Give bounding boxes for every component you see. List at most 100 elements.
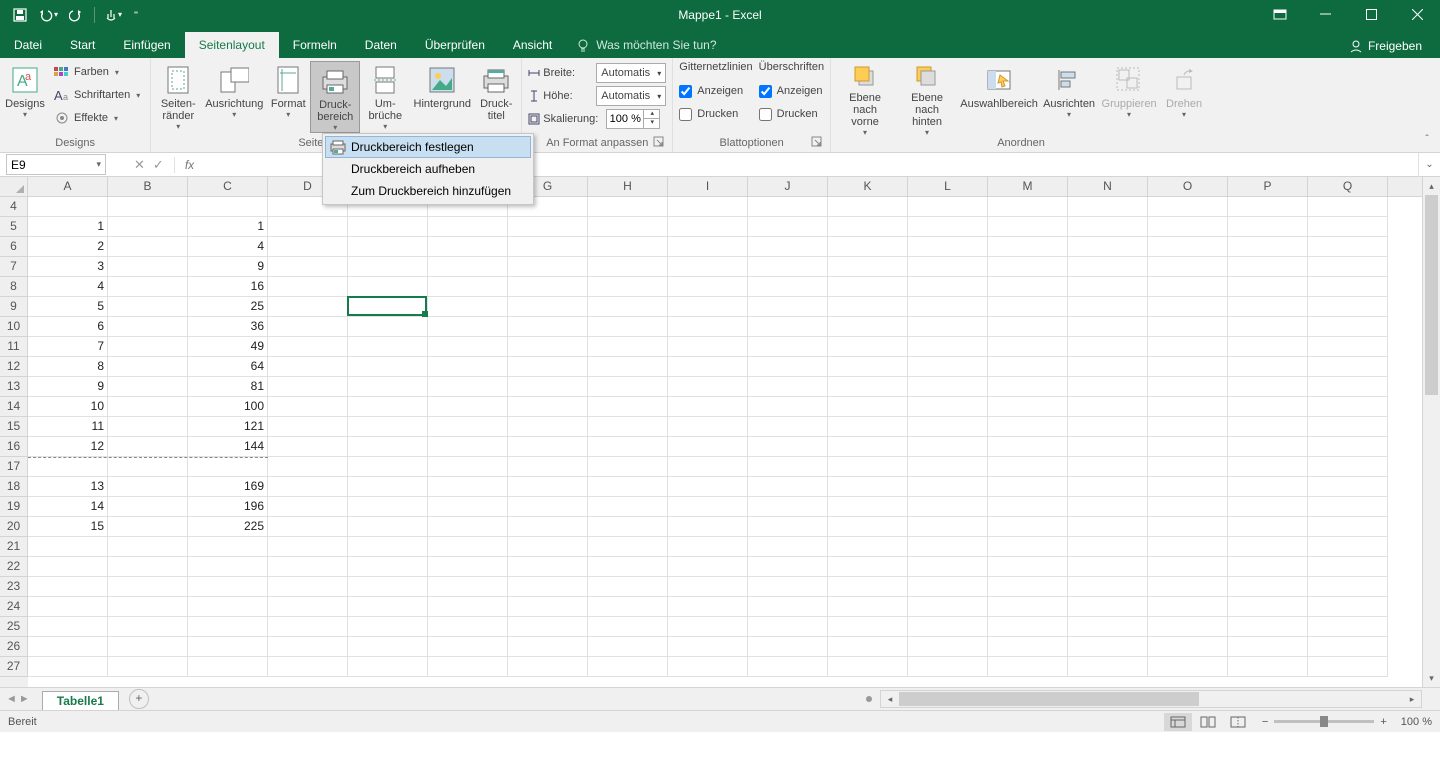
cell[interactable] xyxy=(1148,337,1228,357)
row-header[interactable]: 18 xyxy=(0,477,28,497)
cell[interactable] xyxy=(108,197,188,217)
cell[interactable] xyxy=(28,617,108,637)
cell[interactable] xyxy=(1148,197,1228,217)
cell[interactable] xyxy=(668,577,748,597)
bring-forward-button[interactable]: Ebene nach vorne xyxy=(834,61,896,133)
cell[interactable] xyxy=(988,377,1068,397)
cell[interactable] xyxy=(1228,637,1308,657)
cell[interactable] xyxy=(668,297,748,317)
cell[interactable] xyxy=(908,577,988,597)
cell[interactable] xyxy=(1068,277,1148,297)
cell[interactable] xyxy=(908,477,988,497)
cell[interactable]: 121 xyxy=(188,417,268,437)
cell[interactable]: 3 xyxy=(28,257,108,277)
tab-daten[interactable]: Daten xyxy=(351,32,411,58)
scale-spinner[interactable]: ▴▾ xyxy=(606,109,660,129)
cell[interactable] xyxy=(508,237,588,257)
cell[interactable] xyxy=(428,577,508,597)
cell[interactable] xyxy=(348,277,428,297)
clear-print-area-item[interactable]: Druckbereich aufheben xyxy=(325,158,531,180)
sheet-tab-active[interactable]: Tabelle1 xyxy=(42,691,119,710)
cell[interactable] xyxy=(1068,657,1148,677)
cell[interactable] xyxy=(668,197,748,217)
cell[interactable] xyxy=(348,657,428,677)
cell[interactable] xyxy=(1228,537,1308,557)
cell[interactable] xyxy=(428,657,508,677)
cell[interactable] xyxy=(588,237,668,257)
column-header[interactable]: K xyxy=(828,177,908,196)
tab-seitenlayout[interactable]: Seitenlayout xyxy=(185,32,279,58)
cell[interactable] xyxy=(268,497,348,517)
cell[interactable] xyxy=(428,437,508,457)
cell[interactable] xyxy=(508,637,588,657)
cell[interactable] xyxy=(1148,497,1228,517)
cell[interactable] xyxy=(748,337,828,357)
designs-button[interactable]: Aa Designs xyxy=(3,61,47,133)
cell[interactable] xyxy=(1148,277,1228,297)
cell[interactable] xyxy=(268,377,348,397)
cell[interactable] xyxy=(1068,417,1148,437)
cell[interactable] xyxy=(188,597,268,617)
cell[interactable] xyxy=(588,477,668,497)
cell[interactable] xyxy=(1228,477,1308,497)
cell[interactable]: 196 xyxy=(188,497,268,517)
cell[interactable] xyxy=(1228,337,1308,357)
cell[interactable] xyxy=(28,457,108,477)
cell[interactable]: 8 xyxy=(28,357,108,377)
cell[interactable] xyxy=(508,297,588,317)
cell[interactable] xyxy=(988,597,1068,617)
scroll-down-button[interactable]: ▾ xyxy=(1423,669,1440,687)
cell[interactable] xyxy=(1308,617,1388,637)
cell[interactable] xyxy=(108,417,188,437)
cell[interactable] xyxy=(108,657,188,677)
row-header[interactable]: 26 xyxy=(0,637,28,657)
cell[interactable] xyxy=(1068,537,1148,557)
row-header[interactable]: 10 xyxy=(0,317,28,337)
touch-mode-button[interactable]: ▾ xyxy=(101,3,125,27)
cell[interactable] xyxy=(748,237,828,257)
sheet-tab-nav[interactable]: ◄► xyxy=(0,693,36,705)
cell[interactable] xyxy=(588,437,668,457)
cell[interactable] xyxy=(828,477,908,497)
cell[interactable] xyxy=(1148,477,1228,497)
cell[interactable] xyxy=(108,237,188,257)
cell[interactable] xyxy=(748,537,828,557)
cell[interactable] xyxy=(268,297,348,317)
cell[interactable] xyxy=(108,537,188,557)
cell[interactable] xyxy=(108,277,188,297)
cell[interactable] xyxy=(508,437,588,457)
cell[interactable] xyxy=(508,477,588,497)
cell[interactable] xyxy=(908,337,988,357)
vscroll-thumb[interactable] xyxy=(1425,195,1438,395)
cell[interactable] xyxy=(1308,537,1388,557)
cell[interactable] xyxy=(428,597,508,617)
cell[interactable] xyxy=(268,557,348,577)
cell[interactable] xyxy=(28,657,108,677)
print-area-button[interactable]: Druck- bereich xyxy=(310,61,360,133)
headings-print-checkbox[interactable]: Drucken xyxy=(759,103,824,125)
cell[interactable] xyxy=(748,217,828,237)
cell[interactable] xyxy=(988,357,1068,377)
cell[interactable] xyxy=(428,377,508,397)
column-header[interactable]: B xyxy=(108,177,188,196)
cell[interactable]: 10 xyxy=(28,397,108,417)
cell[interactable] xyxy=(1228,377,1308,397)
cell[interactable] xyxy=(908,377,988,397)
cell[interactable] xyxy=(668,657,748,677)
cell[interactable] xyxy=(1308,497,1388,517)
cell[interactable]: 11 xyxy=(28,417,108,437)
cell[interactable] xyxy=(1068,637,1148,657)
cell[interactable] xyxy=(1308,657,1388,677)
cell[interactable] xyxy=(108,477,188,497)
cell[interactable] xyxy=(1068,197,1148,217)
cell[interactable] xyxy=(588,377,668,397)
cell[interactable] xyxy=(668,277,748,297)
zoom-level[interactable]: 100 % xyxy=(1401,716,1432,728)
cell[interactable] xyxy=(588,277,668,297)
vertical-scrollbar[interactable]: ▴ ▾ xyxy=(1422,177,1440,687)
collapse-ribbon-button[interactable]: ˆ xyxy=(1418,134,1436,150)
cell[interactable] xyxy=(108,517,188,537)
cell[interactable] xyxy=(428,257,508,277)
cell[interactable] xyxy=(188,617,268,637)
row-header[interactable]: 8 xyxy=(0,277,28,297)
